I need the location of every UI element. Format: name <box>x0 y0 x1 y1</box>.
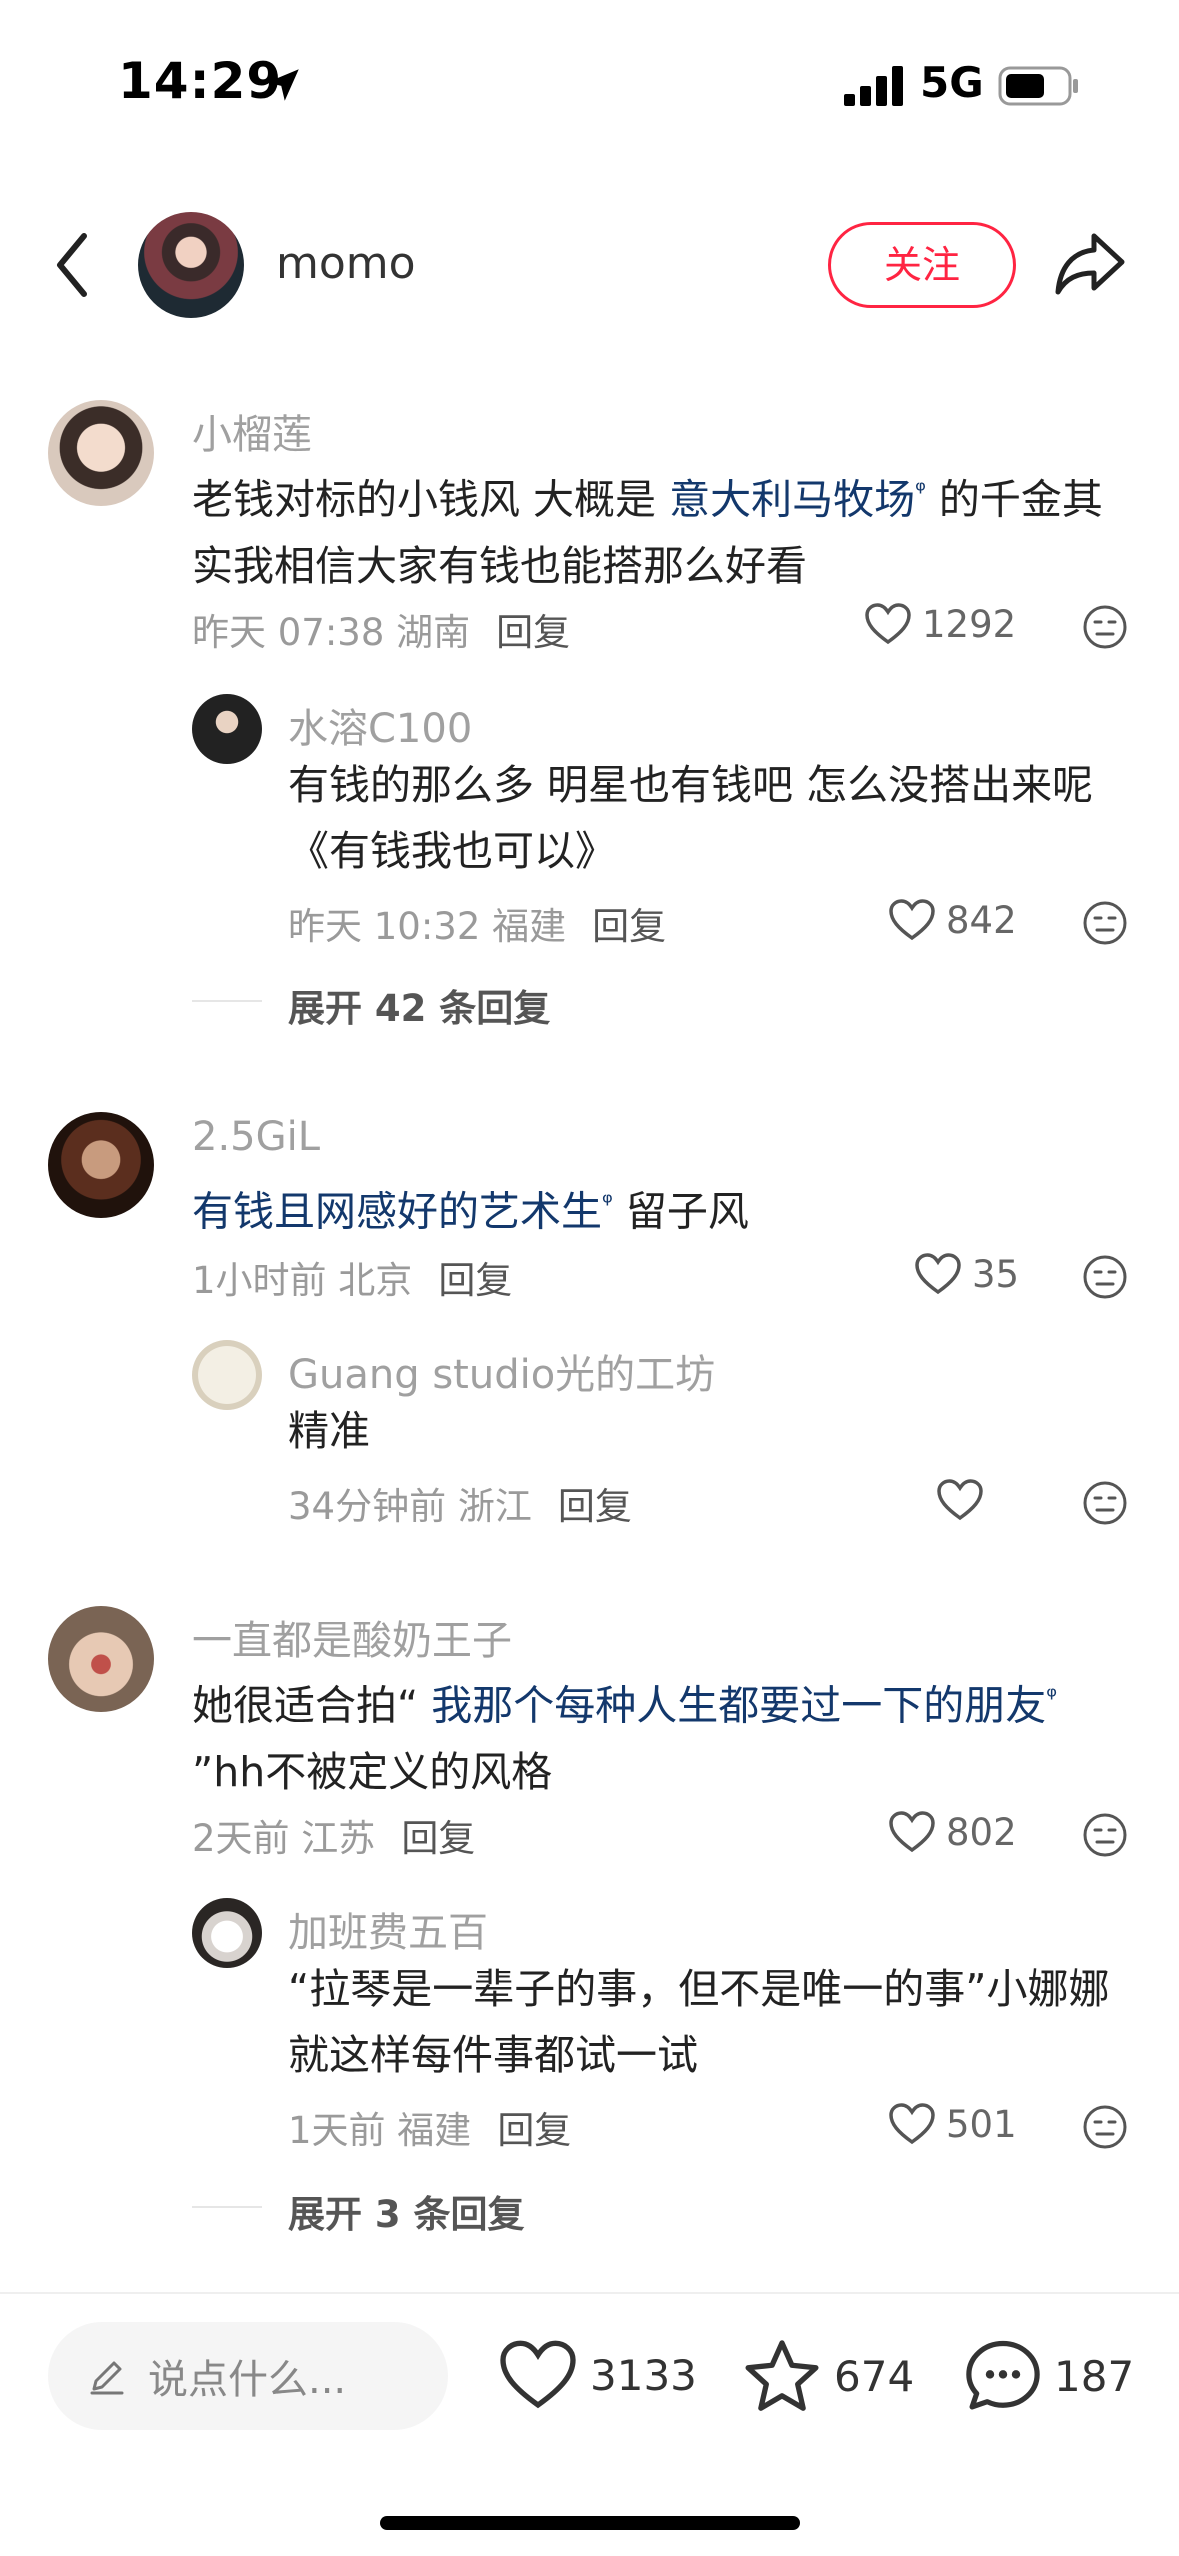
search-link[interactable]: 意大利马牧场 <box>669 476 915 524</box>
comment-meta: 2天前 江苏 回复 <box>192 1808 475 1862</box>
post-comment-button[interactable]: 187 <box>964 2338 1134 2414</box>
commenter-name[interactable]: 小榴莲 <box>192 402 312 460</box>
bottom-divider <box>0 2292 1179 2294</box>
reply-button[interactable]: 回复 <box>497 2109 571 2152</box>
reply-time-location: 1天前 福建 <box>288 2109 472 2152</box>
heart-icon <box>889 1811 935 1853</box>
reply-meta: 1天前 福建 回复 <box>288 2100 571 2154</box>
cellular-signal-icon <box>844 66 903 106</box>
search-link[interactable]: 有钱且网感好的艺术生 <box>192 1188 602 1236</box>
commenter-avatar[interactable] <box>48 1606 154 1712</box>
follow-button[interactable]: 关注 <box>828 222 1016 308</box>
reply-author-name[interactable]: Guang studio光的工坊 <box>288 1342 715 1400</box>
reply-text: 有钱的那么多 明星也有钱吧 怎么没搭出来呢《有钱我也可以》 <box>288 761 1094 875</box>
post-like-count: 3133 <box>590 2350 697 2400</box>
reply-avatar[interactable] <box>192 1340 262 1410</box>
location-arrow-icon <box>267 69 299 101</box>
reply-button[interactable]: 回复 <box>592 905 666 948</box>
search-link-icon: ᵠ <box>1046 1682 1058 1712</box>
heart-icon <box>500 2340 576 2409</box>
search-link-icon: ᵠ <box>602 1188 613 1218</box>
post-collect-count: 674 <box>834 2351 915 2401</box>
comment-meta: 昨天 07:38 湖南 回复 <box>192 602 570 656</box>
status-bar: 14:29 5G <box>0 0 1179 170</box>
like-button[interactable]: 501 <box>888 2102 1017 2146</box>
post-comment-count: 187 <box>1054 2351 1135 2401</box>
dislike-face-icon[interactable] <box>1082 604 1128 650</box>
dislike-face-icon[interactable] <box>1082 1480 1128 1526</box>
comment-meta: 1小时前 北京 回复 <box>192 1250 512 1304</box>
heart-icon <box>865 603 911 645</box>
reply-text: “拉琴是一辈子的事，但不是唯一的事”小娜娜就这样每件事都试一试 <box>288 1965 1110 2079</box>
network-type: 5G <box>920 58 984 107</box>
like-button[interactable]: 842 <box>888 898 1017 942</box>
like-count: 1292 <box>922 602 1017 646</box>
commenter-avatar[interactable] <box>48 400 154 506</box>
post-collect-button[interactable]: 674 <box>742 2338 914 2414</box>
status-time: 14:29 <box>118 52 283 110</box>
reply-button[interactable]: 回复 <box>401 1817 475 1860</box>
comment-text: 她很适合拍“ 我那个每种人生都要过一下的朋友ᵠ ”hh不被定义的风格 <box>192 1664 1132 1805</box>
share-icon[interactable] <box>1052 228 1128 298</box>
comment-time-location: 2天前 江苏 <box>192 1817 376 1860</box>
dislike-face-icon[interactable] <box>1082 1812 1128 1858</box>
heart-icon <box>889 2103 935 2145</box>
expand-divider <box>192 1000 262 1002</box>
reply-time-location: 昨天 10:32 福建 <box>288 905 567 948</box>
author-avatar[interactable] <box>138 212 244 318</box>
like-button[interactable]: 35 <box>914 1252 1019 1296</box>
search-link-icon: ᵠ <box>915 476 926 506</box>
comment-text: 老钱对标的小钱风 大概是 意大利马牧场ᵠ 的千金其实我相信大家有钱也能搭那么好看 <box>192 458 1132 599</box>
expand-replies-button[interactable]: 展开 42 条回复 <box>288 978 550 1032</box>
comment-text-segment: ”hh不被定义的风格 <box>192 1747 553 1796</box>
comment-time-location: 1小时前 北京 <box>192 1259 413 1302</box>
reply-button[interactable]: 回复 <box>438 1259 512 1302</box>
star-icon <box>745 2340 819 2411</box>
back-chevron-icon[interactable] <box>48 230 98 300</box>
pencil-icon <box>90 2361 124 2395</box>
dislike-face-icon[interactable] <box>1082 2104 1128 2150</box>
reply-meta: 昨天 10:32 福建 回复 <box>288 896 666 950</box>
home-indicator[interactable] <box>380 2516 800 2530</box>
comment-text-segment: 老钱对标的小钱风 大概是 <box>192 475 670 524</box>
reply-author-name[interactable]: 加班费五百 <box>288 1900 488 1958</box>
reply-text: 精准 <box>288 1407 370 1455</box>
like-button[interactable]: 1292 <box>864 602 1016 646</box>
like-count: 802 <box>946 1810 1017 1854</box>
dislike-face-icon[interactable] <box>1082 900 1128 946</box>
comment-bubble-icon <box>966 2340 1040 2410</box>
like-count: 842 <box>946 898 1017 942</box>
heart-icon <box>889 899 935 941</box>
author-name[interactable]: momo <box>276 238 416 289</box>
reply-button[interactable]: 回复 <box>558 1485 632 1528</box>
comment-text-segment: 她很适合拍“ <box>192 1681 432 1730</box>
commenter-name[interactable]: 2.5GiL <box>192 1114 320 1160</box>
like-count: 35 <box>972 1252 1020 1296</box>
comment-input-placeholder: 说点什么... <box>148 2357 347 2403</box>
like-count: 501 <box>946 2102 1017 2146</box>
search-link[interactable]: 我那个每种人生都要过一下的朋友 <box>431 1682 1046 1730</box>
like-button[interactable]: 802 <box>888 1810 1017 1854</box>
comment-text: 有钱且网感好的艺术生ᵠ 留子风 <box>192 1170 1132 1245</box>
commenter-name[interactable]: 一直都是酸奶王子 <box>192 1608 512 1666</box>
reply-avatar[interactable] <box>192 694 262 764</box>
expand-divider <box>192 2206 262 2208</box>
comment-input[interactable]: 说点什么... <box>48 2322 448 2430</box>
like-button[interactable] <box>936 1478 994 1522</box>
reply-meta: 34分钟前 浙江 回复 <box>288 1476 632 1530</box>
reply-avatar[interactable] <box>192 1898 262 1968</box>
heart-icon <box>937 1479 983 1521</box>
comment-time-location: 昨天 07:38 湖南 <box>192 611 471 654</box>
reply-author-name[interactable]: 水溶C100 <box>288 696 472 754</box>
reply-button[interactable]: 回复 <box>496 611 570 654</box>
post-like-button[interactable]: 3133 <box>498 2338 697 2412</box>
post-header: momo 关注 <box>0 200 1179 330</box>
commenter-avatar[interactable] <box>48 1112 154 1218</box>
expand-replies-button[interactable]: 展开 3 条回复 <box>288 2184 525 2238</box>
heart-icon <box>915 1253 961 1295</box>
comment-text-segment: 留子风 <box>612 1187 749 1236</box>
dislike-face-icon[interactable] <box>1082 1254 1128 1300</box>
reply-time-location: 34分钟前 浙江 <box>288 1485 532 1528</box>
battery-icon <box>998 66 1078 106</box>
